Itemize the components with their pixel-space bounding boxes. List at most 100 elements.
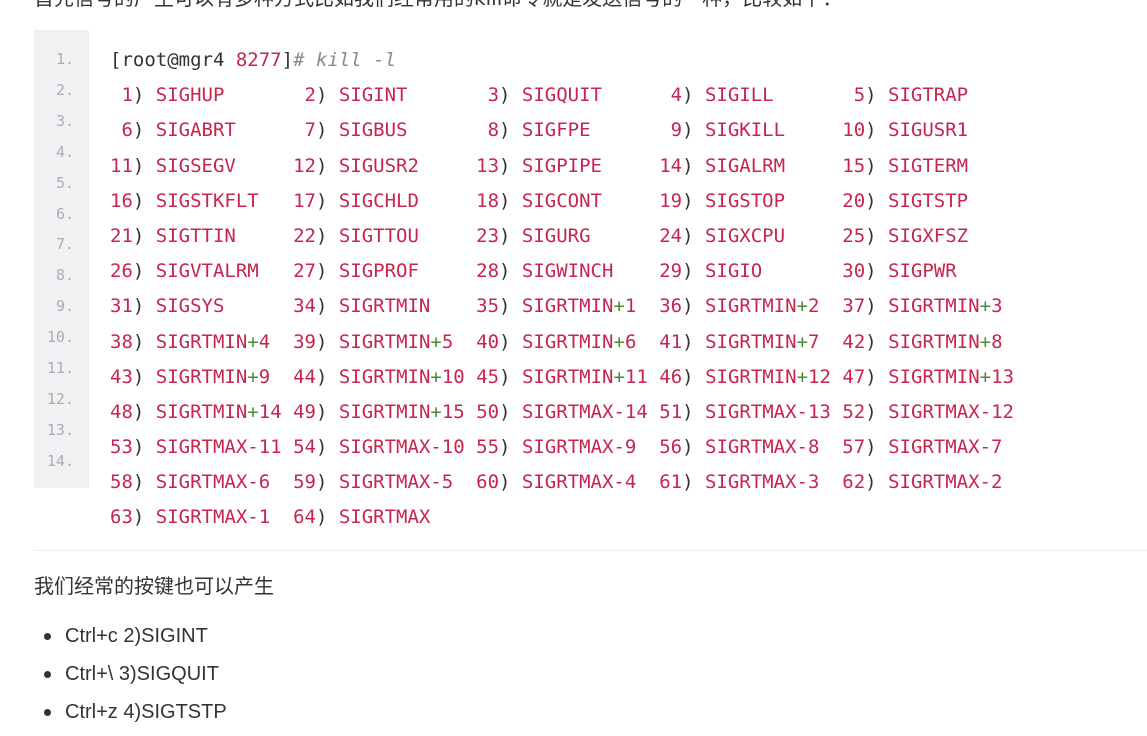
column-gap (407, 119, 476, 141)
signal-name: SIGRTMAX-1 (155, 506, 271, 529)
plus-sign: + (796, 295, 808, 318)
signal-name: SIGTRAP (888, 84, 969, 107)
signal-name: SIGRTMIN+5 (338, 330, 454, 353)
signal-row: 31) SIGSYS 34) SIGRTMIN 35) SIGRTMIN+1 3… (110, 294, 1014, 329)
signal-number: 57 (842, 436, 866, 459)
signal-number: 30 (842, 260, 866, 283)
column-gap (636, 295, 659, 317)
signal-number: 44 (293, 365, 316, 388)
plus-sign: + (979, 330, 992, 353)
signal-name: SIGSTKFLT (155, 189, 259, 212)
column-gap (419, 155, 476, 177)
column-gap (591, 119, 660, 141)
signal-paren: ) (682, 471, 705, 494)
signal-paren: ) (132, 154, 156, 177)
signal-name: SIGRTMAX-6 (155, 471, 271, 494)
line-number: 1. (55, 50, 74, 68)
signal-number: 6 (110, 119, 133, 142)
shortcut-text: Ctrl+\ 3)SIGQUIT (65, 663, 219, 685)
signal-paren: ) (865, 436, 889, 459)
signal-name: SIGRTMIN+13 (888, 365, 1015, 388)
signal-paren: ) (682, 260, 705, 283)
bullet-dot-icon (44, 671, 51, 678)
signal-number: 40 (476, 330, 500, 353)
column-gap (648, 366, 659, 388)
prompt-command: # kill -l (293, 49, 397, 71)
line-number: 9. (55, 297, 74, 316)
signal-paren: ) (865, 189, 889, 212)
plus-sign: + (979, 365, 992, 388)
line-number: 11. (46, 359, 74, 377)
signal-paren: ) (132, 400, 156, 423)
signal-paren: ) (499, 295, 522, 318)
column-gap (236, 119, 293, 141)
signal-number: 35 (476, 295, 500, 318)
column-gap (419, 225, 476, 247)
signal-name: SIGRTMAX-7 (888, 436, 1003, 459)
signal-paren: ) (865, 400, 889, 423)
signal-name: SIGRTMIN+11 (521, 365, 648, 388)
column-gap (613, 260, 659, 282)
column-gap (819, 295, 842, 317)
signal-name: SIGRTMAX-14 (521, 400, 648, 423)
signal-paren: ) (315, 260, 339, 283)
signal-number: 34 (293, 295, 316, 318)
plus-sign: + (796, 330, 809, 353)
signal-paren: ) (682, 436, 705, 459)
signal-name: SIGRTMAX-10 (338, 436, 465, 459)
plus-sign: + (613, 295, 625, 318)
signal-name: SIGXCPU (704, 224, 786, 247)
signal-paren: ) (315, 84, 339, 107)
signal-paren: ) (499, 400, 522, 423)
signal-name: SIGRTMAX-4 (521, 471, 637, 494)
shortcut-text: Ctrl+z 4)SIGTSTP (65, 701, 227, 723)
signal-name: SIGPWR (888, 260, 957, 283)
signal-name: SIGSTOP (704, 189, 786, 212)
signal-number: 59 (293, 471, 316, 494)
signal-paren: ) (499, 224, 522, 247)
paragraph-text: 我们经常的按键也可以产生 (34, 574, 274, 598)
prompt-line: [root@mgr4 8277]# kill -l (110, 48, 1014, 83)
column-gap (636, 436, 659, 458)
signal-name: SIGRTMIN+14 (155, 400, 282, 423)
line-number: 14. (46, 451, 74, 470)
signal-number: 53 (110, 436, 133, 459)
column-gap (636, 471, 659, 493)
signal-paren: ) (682, 295, 705, 318)
signal-number: 63 (110, 506, 133, 529)
signal-name: SIGURG (521, 224, 591, 247)
prompt-bracket-close: ] (281, 49, 294, 71)
signal-paren: ) (682, 224, 705, 247)
signal-name: SIGRTMIN+15 (338, 400, 465, 423)
signal-name: SIGINT (338, 84, 408, 107)
column-gap (831, 366, 842, 388)
signal-name: SIGRTMIN+3 (888, 295, 1003, 318)
signal-number: 31 (110, 295, 133, 318)
column-gap (259, 190, 293, 212)
signal-name: SIGPROF (338, 260, 419, 283)
signal-name: SIGFPE (521, 119, 591, 142)
signal-paren: ) (865, 295, 889, 318)
signal-name: SIGILL (704, 84, 774, 107)
column-gap (648, 401, 659, 423)
line-number: 12. (46, 389, 74, 408)
column-gap (282, 436, 293, 458)
signal-number: 54 (293, 436, 316, 459)
column-gap (236, 155, 293, 177)
column-gap (785, 155, 842, 177)
signal-row: 21) SIGTTIN 22) SIGTTOU 23) SIGURG 24) S… (110, 224, 1014, 259)
signal-number: 64 (293, 506, 316, 529)
shortcut-item: Ctrl+z 4)SIGTSTP (34, 698, 227, 736)
signal-number: 49 (293, 400, 316, 423)
signal-name: SIGKILL (704, 119, 786, 142)
signal-paren: ) (315, 295, 339, 318)
column-gap (602, 155, 659, 177)
code-block: 1. 2. 3. 4. 5. 6. 7. 8. 9. 10. 11. 12. 13. 14. [root@… (34, 30, 1147, 551)
line-number: 8. (55, 266, 74, 285)
plus-sign: + (430, 365, 442, 388)
signal-number: 4 (659, 84, 683, 107)
signal-row: 58) SIGRTMAX-6 59) SIGRTMAX-5 60) SIGRTM… (110, 470, 1014, 505)
signal-number: 41 (659, 330, 683, 353)
signal-paren: ) (132, 189, 156, 212)
signal-paren: ) (499, 154, 522, 177)
